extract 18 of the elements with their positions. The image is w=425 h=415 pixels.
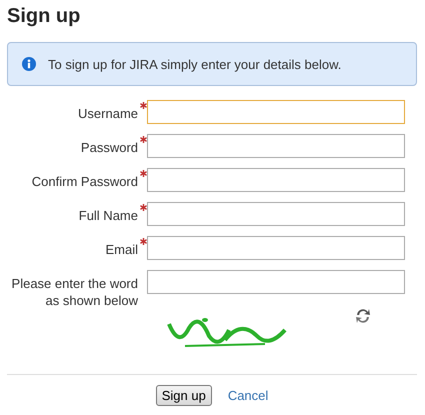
cancel-link[interactable]: Cancel [228,388,268,403]
info-icon [22,57,36,71]
refresh-icon[interactable] [355,308,371,324]
input-field[interactable] [147,202,405,226]
field-label: Please enter the word as shown below [10,275,138,309]
field-label: Password [80,139,138,156]
input-field[interactable] [147,270,405,294]
field-label: Email [104,241,138,258]
info-message: To sign up for JIRA simply enter your details below. [48,56,342,72]
page-title: Sign up [7,4,82,28]
input-field[interactable] [147,236,405,260]
input-field[interactable] [147,168,405,192]
input-field[interactable] [147,100,405,124]
field-label: Full Name [78,207,138,224]
sign-up-button[interactable]: Sign up [156,385,212,406]
field-label: Confirm Password [30,173,138,190]
field-label: Username [77,105,138,122]
input-field[interactable] [147,134,405,158]
